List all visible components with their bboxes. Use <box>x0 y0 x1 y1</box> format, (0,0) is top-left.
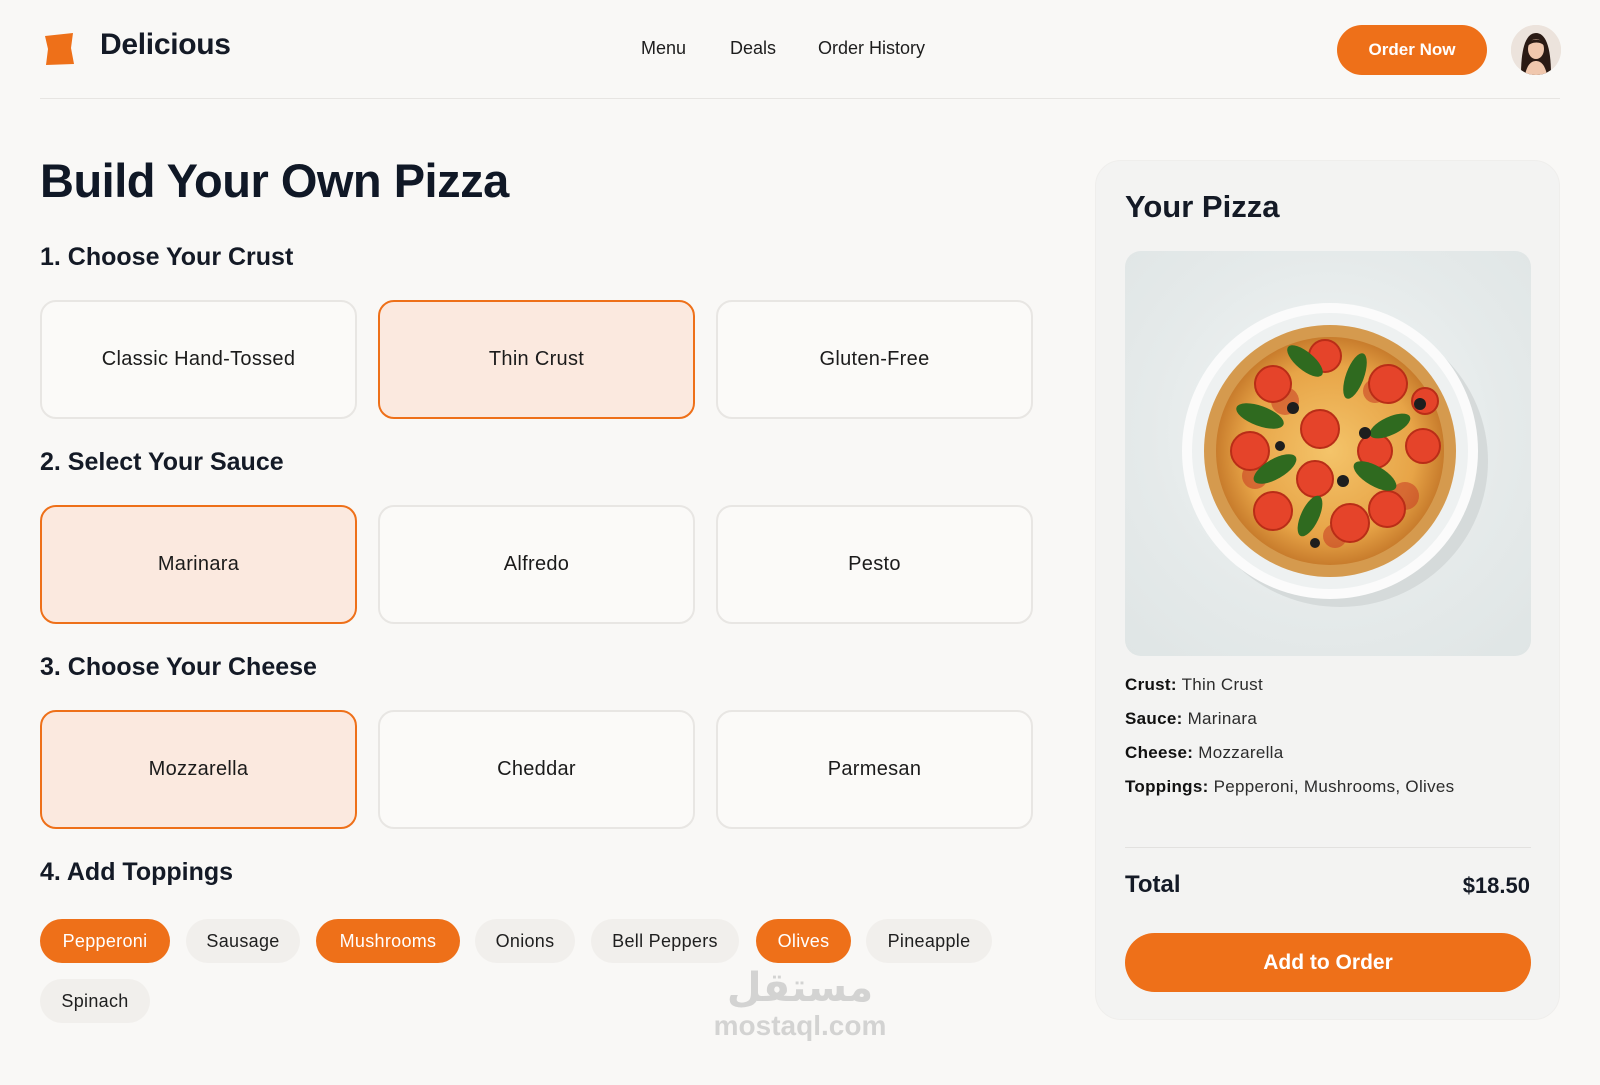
nav-deals[interactable]: Deals <box>730 38 776 59</box>
user-avatar[interactable] <box>1511 25 1561 75</box>
nav-order-history[interactable]: Order History <box>818 38 925 59</box>
topping-chip-onions[interactable]: Onions <box>475 919 575 963</box>
crust-option-gluten-free[interactable]: Gluten-Free <box>716 300 1033 419</box>
order-now-button[interactable]: Order Now <box>1337 25 1487 75</box>
summary-title: Your Pizza <box>1125 189 1280 224</box>
summary-row-crust: Crust: Thin Crust <box>1125 675 1263 695</box>
topping-chip-pepperoni[interactable]: Pepperoni <box>40 919 170 963</box>
topping-chip-bell-peppers[interactable]: Bell Peppers <box>591 919 739 963</box>
sauce-option-marinara[interactable]: Marinara <box>40 505 357 624</box>
summary-row-toppings: Toppings: Pepperoni, Mushrooms, Olives <box>1125 777 1454 797</box>
brand-logo-icon[interactable] <box>42 32 76 66</box>
page-title: Build Your Own Pizza <box>40 154 509 207</box>
total-label: Total <box>1125 871 1181 898</box>
cheese-option-mozzarella[interactable]: Mozzarella <box>40 710 357 829</box>
total-price: $18.50 <box>1462 873 1530 898</box>
crust-option-thin[interactable]: Thin Crust <box>378 300 695 419</box>
summary-label-sauce: Sauce: <box>1125 709 1183 728</box>
summary-value-toppings: Pepperoni, Mushrooms, Olives <box>1213 777 1455 796</box>
section-title-toppings: 4. Add Toppings <box>40 858 234 886</box>
topping-chip-sausage[interactable]: Sausage <box>186 919 300 963</box>
add-to-order-button[interactable]: Add to Order <box>1125 933 1531 992</box>
summary-label-cheese: Cheese: <box>1125 743 1194 762</box>
watermark-latin: mostaql.com <box>713 1010 887 1041</box>
top-header: Delicious Menu Deals Order History Order… <box>40 0 1561 99</box>
nav-menu[interactable]: Menu <box>641 38 686 59</box>
pizza-summary-card: Your Pizza Crust: Thin Crust Sauce: Mari… <box>1095 160 1560 1020</box>
summary-value-crust: Thin Crust <box>1181 675 1263 694</box>
summary-value-cheese: Mozzarella <box>1198 743 1284 762</box>
section-title-sauce: 2. Select Your Sauce <box>40 448 284 476</box>
sauce-option-pesto[interactable]: Pesto <box>716 505 1033 624</box>
watermark: مستقل mostaql.com <box>700 965 900 1041</box>
watermark-arabic: مستقل <box>726 965 874 1011</box>
summary-label-crust: Crust: <box>1125 675 1177 694</box>
avatar-portrait-icon <box>1511 25 1561 75</box>
section-title-cheese: 3. Choose Your Cheese <box>40 653 317 681</box>
topping-chip-olives[interactable]: Olives <box>756 919 851 963</box>
summary-value-sauce: Marinara <box>1187 709 1258 728</box>
cheese-option-parmesan[interactable]: Parmesan <box>716 710 1033 829</box>
sauce-option-alfredo[interactable]: Alfredo <box>378 505 695 624</box>
topping-chip-pineapple[interactable]: Pineapple <box>866 919 992 963</box>
summary-row-cheese: Cheese: Mozzarella <box>1125 743 1283 763</box>
crust-option-classic[interactable]: Classic Hand-Tossed <box>40 300 357 419</box>
section-title-crust: 1. Choose Your Crust <box>40 243 294 271</box>
summary-row-sauce: Sauce: Marinara <box>1125 709 1257 729</box>
summary-label-toppings: Toppings: <box>1125 777 1209 796</box>
topping-chip-spinach[interactable]: Spinach <box>40 979 150 1023</box>
pizza-illustration <box>1182 303 1488 607</box>
pizza-preview-image <box>1125 251 1531 656</box>
topping-chip-mushrooms[interactable]: Mushrooms <box>316 919 460 963</box>
cheese-option-cheddar[interactable]: Cheddar <box>378 710 695 829</box>
brand-name[interactable]: Delicious <box>100 28 231 62</box>
summary-divider <box>1125 847 1531 848</box>
